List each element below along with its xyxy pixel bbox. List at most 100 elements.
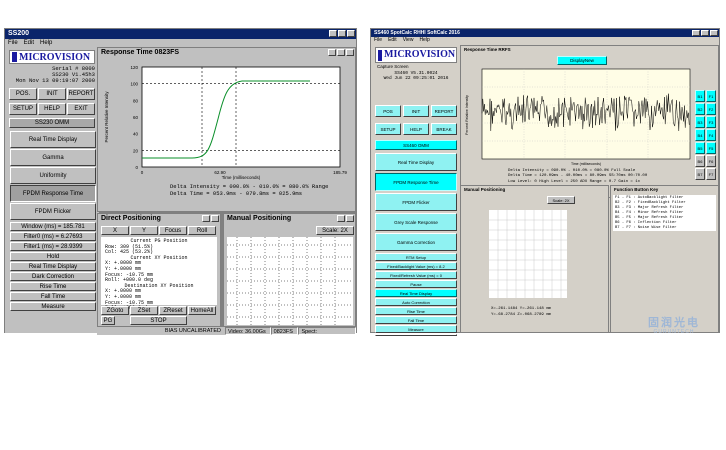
pos-button[interactable]: POS.: [9, 88, 37, 100]
delta-intensity-text: Delta Intensity = 090.0% - 010.0% = 080.…: [508, 168, 636, 173]
menu-help[interactable]: Help: [40, 40, 52, 46]
setup-button[interactable]: SETUP: [9, 103, 37, 115]
init-button[interactable]: INIT: [403, 105, 429, 117]
f3-button[interactable]: F3: [706, 116, 716, 128]
stop-button[interactable]: STOP: [130, 316, 187, 325]
ytick: 120: [130, 65, 138, 70]
rtm-setup-button[interactable]: RTM Setup: [375, 253, 457, 261]
hold-button[interactable]: Hold: [10, 252, 96, 261]
real-time-display-button[interactable]: Real Time Display: [10, 131, 96, 148]
fpdm-flicker-button[interactable]: FPDM Flicker: [10, 203, 96, 220]
b4-button[interactable]: B4: [695, 129, 705, 141]
measure-button[interactable]: Measure: [10, 302, 96, 311]
direct-title: Direct Positioning: [101, 215, 161, 222]
menu-file[interactable]: File: [374, 37, 382, 43]
report-button[interactable]: REPORT: [67, 88, 95, 100]
help-button[interactable]: HELP: [38, 103, 66, 115]
real-time-display-button[interactable]: Real Time Display: [375, 153, 457, 171]
display-new-button[interactable]: DisplayNew: [557, 56, 607, 65]
f4-button[interactable]: F4: [706, 129, 716, 141]
filter1-button[interactable]: Filter1 (ms) = 28.9399: [10, 242, 96, 251]
real-time-display-small-button[interactable]: Real Time Display: [375, 289, 457, 297]
rise-time-button[interactable]: Rise Time: [10, 282, 96, 291]
zgoto-button[interactable]: ZGoto: [101, 306, 129, 315]
b7-button[interactable]: B7: [695, 168, 705, 180]
pos-button[interactable]: POS: [375, 105, 401, 117]
gamma-button[interactable]: Gamma: [10, 149, 96, 166]
f5-button[interactable]: F5: [706, 142, 716, 154]
watermark-en: GURUNTECH: [653, 329, 695, 335]
ytick: 40: [133, 132, 139, 137]
filter0-button[interactable]: Filter0 (ms) = 6.27693: [10, 232, 96, 241]
homeall-button[interactable]: HomeAll: [188, 306, 216, 315]
f6-button[interactable]: F6: [706, 155, 716, 167]
focus-button[interactable]: Focus: [159, 226, 187, 235]
scale-button[interactable]: Scale: 2X: [316, 226, 354, 235]
close-button[interactable]: [346, 49, 354, 56]
pg-button[interactable]: PG: [101, 316, 115, 325]
init-button[interactable]: INIT: [38, 88, 66, 100]
b1-button[interactable]: B1: [695, 90, 705, 102]
minimize-button[interactable]: [692, 30, 700, 36]
minimize-button[interactable]: [337, 215, 345, 222]
menu-help[interactable]: Help: [419, 37, 429, 43]
minimize-button[interactable]: [328, 49, 336, 56]
roll-button[interactable]: Roll: [188, 226, 216, 235]
refresh-value-button[interactable]: Fixed/Refresh Value (ms) = 0: [375, 271, 457, 279]
maximize-button[interactable]: [701, 30, 709, 36]
zset-button[interactable]: ZSet: [130, 306, 158, 315]
report-button[interactable]: REPORT: [431, 105, 457, 117]
manual-grid[interactable]: [489, 210, 567, 298]
minimize-button[interactable]: [329, 30, 337, 37]
maximize-button[interactable]: [337, 49, 345, 56]
fpdm-response-time-button[interactable]: FPDM Response Time: [10, 185, 96, 202]
b5-button[interactable]: B5: [695, 142, 705, 154]
version-info: Serial # 8000 SS230 V1.45h3 Mon Nov 13 0…: [9, 66, 95, 84]
maximize-button[interactable]: [338, 30, 346, 37]
x-button[interactable]: X: [101, 226, 129, 235]
fpdm-flicker-button[interactable]: FPDM Flicker: [375, 193, 457, 211]
break-button[interactable]: BREAK: [431, 123, 457, 135]
setup-button[interactable]: SETUP: [375, 123, 401, 135]
close-button[interactable]: [346, 215, 354, 222]
grey-scale-response-button[interactable]: Grey Scale Response: [375, 213, 457, 231]
right-response-chart: Percent Relative Intensity Time (millise…: [465, 68, 691, 178]
direct-positioning-window: Direct Positioning X Y Focus Roll Curren…: [97, 213, 221, 327]
y-button[interactable]: Y: [130, 226, 158, 235]
help-button[interactable]: HELP: [403, 123, 429, 135]
zreset-button[interactable]: ZReset: [159, 306, 187, 315]
b2-button[interactable]: B2: [695, 103, 705, 115]
real-time-display-small-button[interactable]: Real Time Display: [10, 262, 96, 271]
fpdm-response-time-button[interactable]: FPDM Response Time: [375, 173, 457, 191]
window-ms-button[interactable]: Window (ms) = 185.781: [10, 222, 96, 231]
uniformity-button[interactable]: Uniformity: [10, 167, 96, 184]
manual-grid[interactable]: [227, 237, 353, 325]
gamma-correction-button[interactable]: Gamma Correction: [375, 233, 457, 251]
pause-button[interactable]: Pause: [375, 280, 457, 288]
scale-button[interactable]: Scale: 2X: [547, 196, 575, 204]
menu-file[interactable]: File: [8, 40, 18, 46]
fall-time-button[interactable]: Fall Time: [375, 316, 457, 324]
b6-button[interactable]: B6: [695, 155, 705, 167]
b3-button[interactable]: B3: [695, 116, 705, 128]
measure-button[interactable]: Measure: [375, 325, 457, 333]
close-button[interactable]: [347, 30, 355, 37]
dark-correction-button[interactable]: Dark Correction: [10, 272, 96, 281]
close-button[interactable]: [710, 30, 718, 36]
minimize-button[interactable]: [202, 215, 210, 222]
auto-correction-button[interactable]: Auto Correction: [375, 298, 457, 306]
right-main-window: SS460 SpotCalc RHHI SoftCalc 2016 File Ed…: [370, 28, 720, 336]
backlight-value-button[interactable]: Fixed/Backlight Value (ms) = 8.2: [375, 262, 457, 270]
f7-button[interactable]: F7: [706, 168, 716, 180]
watermark-cn: 固润光电: [648, 316, 700, 329]
exit-button[interactable]: EXIT: [67, 103, 95, 115]
f2-button[interactable]: F2: [706, 103, 716, 115]
menu-view[interactable]: View: [403, 37, 414, 43]
menu-edit[interactable]: Edit: [388, 37, 397, 43]
fall-time-button[interactable]: Fall Time: [10, 292, 96, 301]
rise-time-button[interactable]: Rise Time: [375, 307, 457, 315]
close-button[interactable]: [211, 215, 219, 222]
f1-button[interactable]: F1: [706, 90, 716, 102]
left-manual-window: Manual Positioning Scale: 2X: [223, 213, 356, 327]
menu-edit[interactable]: Edit: [24, 40, 34, 46]
